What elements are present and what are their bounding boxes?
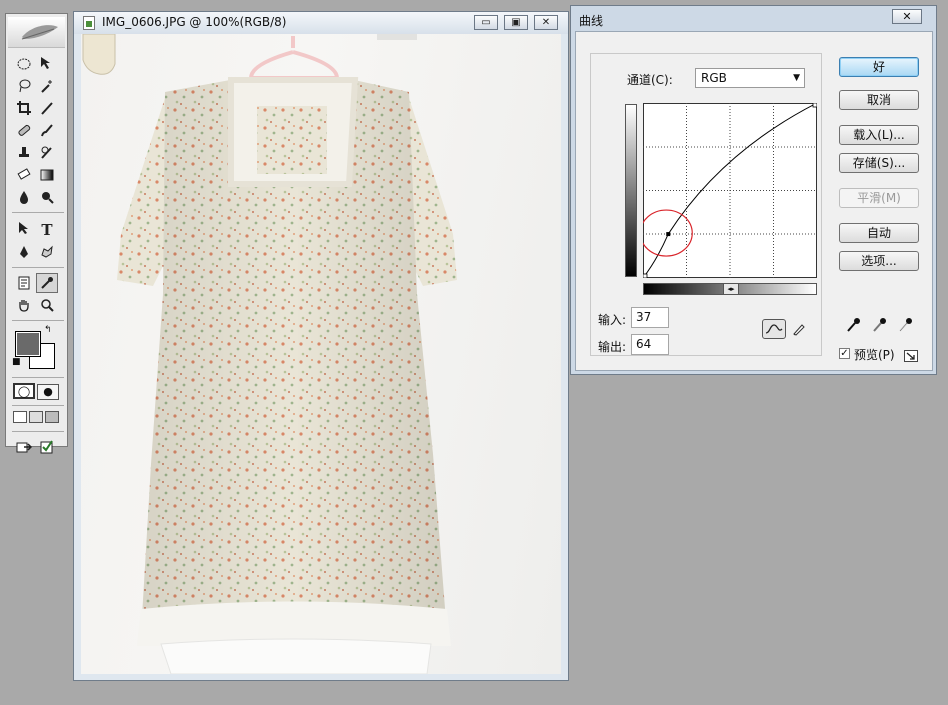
- toolbox-divider: [12, 431, 64, 432]
- curve-endpoint-black: [643, 273, 648, 278]
- toolbox-header-logo: [8, 17, 65, 48]
- toolbox-divider: [12, 267, 64, 268]
- midpoint-arrows-icon[interactable]: ◂▸: [723, 284, 739, 294]
- color-swatches: ↰ ■: [12, 325, 64, 373]
- pen-tool-icon[interactable]: [13, 242, 35, 262]
- toolbox-divider: [12, 377, 64, 378]
- eyedropper-tool-icon[interactable]: [36, 273, 58, 293]
- jump-to-imageready-icon[interactable]: [13, 437, 35, 457]
- minimize-button[interactable]: ▭: [474, 15, 498, 30]
- input-field[interactable]: 37: [631, 307, 669, 328]
- curve-control-point: [666, 232, 671, 237]
- image-window-titlebar[interactable]: IMG_0606.JPG @ 100%(RGB/8) ▭ ▣ ✕: [74, 12, 568, 34]
- toolbox-divider: [12, 405, 64, 406]
- move-tool-icon[interactable]: [36, 53, 58, 73]
- toolbox-divider: [12, 212, 64, 213]
- full-screen-menu-mode-icon[interactable]: [29, 411, 43, 423]
- brush-tool-icon[interactable]: [36, 120, 58, 140]
- standard-mode-icon[interactable]: ◯: [13, 383, 35, 399]
- standard-screen-mode-icon[interactable]: [13, 411, 27, 423]
- hand-tool-icon[interactable]: [13, 295, 35, 315]
- close-button[interactable]: ✕: [534, 15, 558, 30]
- pencil-tool-icon[interactable]: [787, 319, 811, 339]
- input-gradient-bar: ◂▸: [643, 283, 817, 295]
- curve-graph[interactable]: [643, 103, 817, 278]
- eraser-tool-icon[interactable]: [13, 164, 35, 184]
- crop-tool-icon[interactable]: [13, 98, 35, 118]
- magic-wand-tool-icon[interactable]: [36, 76, 58, 96]
- chevron-down-icon: ▼: [793, 73, 800, 83]
- dialog-title: 曲线: [579, 14, 604, 28]
- dialog-close-button[interactable]: ✕: [892, 9, 922, 24]
- output-gradient-bar: [625, 104, 637, 277]
- gray-point-eyedropper-icon[interactable]: [868, 315, 890, 335]
- white-point-eyedropper-icon[interactable]: [894, 315, 916, 335]
- channel-select[interactable]: RGB ▼: [695, 68, 805, 88]
- dialog-body: 通道(C): RGB ▼ ◂▸ 输入: 37 输出: 64 好 取消 载入(L)…: [575, 31, 933, 371]
- checklist-icon[interactable]: [36, 437, 58, 457]
- output-label: 输出:: [598, 340, 627, 354]
- feather-icon: [21, 25, 58, 40]
- custom-shape-tool-icon[interactable]: [36, 242, 58, 262]
- healing-brush-tool-icon[interactable]: [13, 120, 35, 140]
- options-button[interactable]: 选项...: [839, 251, 919, 271]
- channel-label: 通道(C):: [627, 73, 673, 87]
- gradient-tool-icon[interactable]: [36, 165, 58, 185]
- curves-dialog: 曲线 ✕ 通道(C): RGB ▼ ◂▸ 输入: 37 输出: 64 好 取消 …: [570, 5, 937, 375]
- curves-groupbox: 通道(C): RGB ▼ ◂▸ 输入: 37 输出: 64: [590, 53, 822, 356]
- black-point-eyedropper-icon[interactable]: [842, 315, 864, 335]
- smooth-button[interactable]: 平滑(M): [839, 188, 919, 208]
- lasso-tool-icon[interactable]: [13, 76, 35, 96]
- type-tool-icon[interactable]: T: [36, 220, 58, 240]
- document-icon: [83, 16, 95, 30]
- load-button[interactable]: 载入(L)...: [839, 125, 919, 145]
- clone-stamp-tool-icon[interactable]: [13, 142, 35, 162]
- cancel-button[interactable]: 取消: [839, 90, 919, 110]
- default-colors-icon[interactable]: ■: [12, 357, 21, 367]
- toolbox: T ↰ ■ ◯ ●: [5, 13, 68, 454]
- save-button[interactable]: 存储(S)...: [839, 153, 919, 173]
- floral-dress-photo: [82, 34, 457, 674]
- curve-endpoint-white: [812, 103, 817, 108]
- restore-button[interactable]: ▣: [504, 15, 528, 30]
- image-document-window: IMG_0606.JPG @ 100%(RGB/8) ▭ ▣ ✕: [73, 11, 569, 681]
- input-label: 输入:: [598, 313, 627, 327]
- path-selection-tool-icon[interactable]: [13, 218, 35, 238]
- elliptical-marquee-tool-icon[interactable]: [13, 54, 35, 74]
- dodge-tool-icon[interactable]: [36, 187, 58, 207]
- ok-button[interactable]: 好: [839, 57, 919, 77]
- foreground-color-swatch[interactable]: [15, 331, 41, 357]
- image-window-title: IMG_0606.JPG @ 100%(RGB/8): [102, 15, 287, 29]
- output-field[interactable]: 64: [631, 334, 669, 355]
- preview-label: 预览(P): [854, 348, 895, 362]
- image-canvas[interactable]: [81, 34, 561, 674]
- slice-tool-icon[interactable]: [36, 98, 58, 118]
- quick-mask-mode-icon[interactable]: ●: [37, 384, 59, 400]
- expand-dialog-icon[interactable]: [904, 350, 918, 362]
- blur-tool-icon[interactable]: [13, 187, 35, 207]
- notes-tool-icon[interactable]: [13, 273, 35, 293]
- zoom-tool-icon[interactable]: [36, 295, 58, 315]
- preview-checkbox[interactable]: ✓: [839, 348, 850, 359]
- history-brush-tool-icon[interactable]: [36, 142, 58, 162]
- curve-points-tool-icon[interactable]: [762, 319, 786, 339]
- toolbox-divider: [12, 320, 64, 321]
- auto-button[interactable]: 自动: [839, 223, 919, 243]
- full-screen-mode-icon[interactable]: [45, 411, 59, 423]
- channel-select-value: RGB: [701, 71, 727, 85]
- swap-colors-icon[interactable]: ↰: [44, 325, 52, 335]
